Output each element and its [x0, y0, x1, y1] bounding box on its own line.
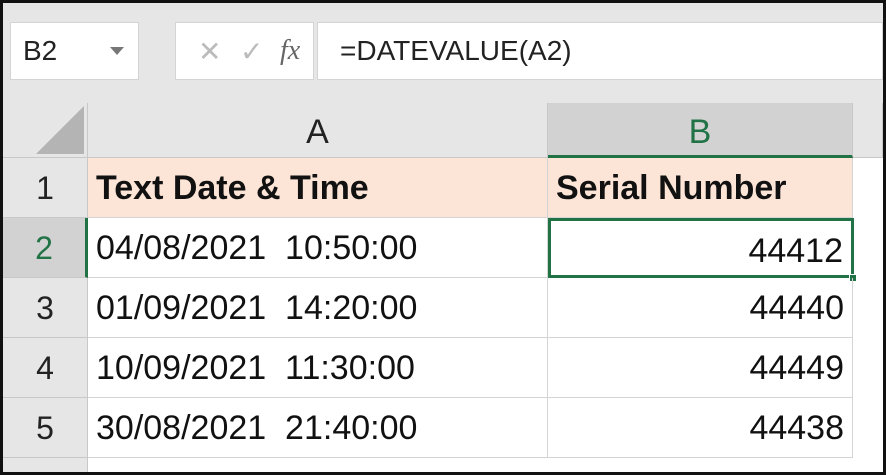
row-header-1[interactable]: 1: [3, 158, 88, 218]
row-header-4[interactable]: 4: [3, 338, 88, 398]
cell-a4[interactable]: 10/09/2021 11:30:00: [88, 338, 548, 398]
select-all-button[interactable]: [3, 103, 88, 158]
row-header-3[interactable]: 3: [3, 278, 88, 338]
cell-a3[interactable]: 01/09/2021 14:20:00: [88, 278, 548, 338]
formula-input[interactable]: =DATEVALUE(A2): [317, 22, 883, 80]
cell-a2[interactable]: 04/08/2021 10:50:00: [88, 218, 548, 278]
name-box-value: B2: [23, 35, 58, 66]
excel-window: B2 ✕ ✓ fx =DATEVALUE(A2) A B 1 Text Date…: [0, 0, 886, 475]
insert-function-icon[interactable]: fx: [280, 35, 300, 67]
spreadsheet-grid: A B 1 Text Date & Time Serial Number 2 0…: [3, 103, 883, 472]
cell-a1[interactable]: Text Date & Time: [88, 158, 548, 218]
enter-icon[interactable]: ✓: [240, 35, 263, 68]
column-header-a[interactable]: A: [88, 103, 548, 158]
column-header-c[interactable]: [853, 103, 883, 158]
cell-a5[interactable]: 30/08/2021 21:40:00: [88, 398, 548, 458]
name-box[interactable]: B2: [10, 22, 139, 80]
cell-b5[interactable]: 44438: [548, 398, 853, 458]
cell-b2-active[interactable]: 44412: [548, 218, 854, 278]
cell-b3[interactable]: 44440: [548, 278, 853, 338]
dropdown-arrow-icon[interactable]: [110, 47, 124, 55]
select-all-triangle-icon: [36, 106, 84, 154]
cell-b1[interactable]: Serial Number: [548, 158, 853, 218]
row-header-6[interactable]: [3, 458, 88, 472]
column-header-b[interactable]: B: [548, 103, 853, 158]
formula-buttons: ✕ ✓ fx: [175, 22, 314, 80]
cancel-icon[interactable]: ✕: [198, 35, 221, 68]
cell-b4[interactable]: 44449: [548, 338, 853, 398]
row-header-2[interactable]: 2: [3, 218, 88, 278]
row-header-5[interactable]: 5: [3, 398, 88, 458]
